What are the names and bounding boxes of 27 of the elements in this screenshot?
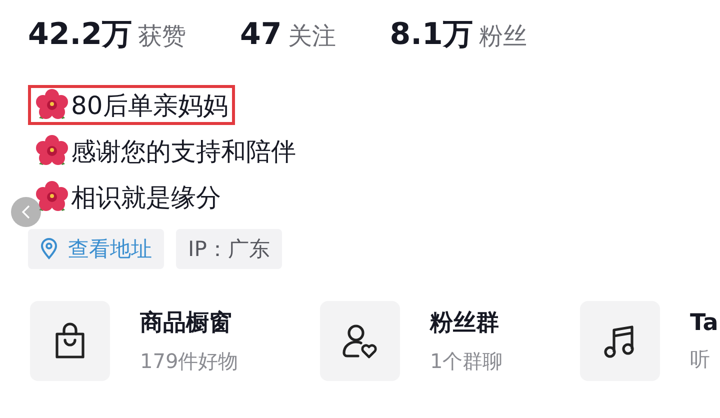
hibiscus-icon (35, 88, 69, 122)
stat-value: 8.1万 (390, 16, 473, 54)
stat-label: 获赞 (138, 21, 186, 52)
shopping-bag-icon (53, 322, 87, 360)
stat-value: 42.2万 (28, 16, 132, 54)
card-title[interactable]: 粉丝群 (430, 307, 503, 338)
card-title[interactable]: Ta (690, 310, 718, 336)
bio-text: 相识就是缘分 (71, 182, 221, 214)
icon-tile[interactable] (580, 301, 660, 381)
hibiscus-icon (35, 180, 69, 214)
stat-label: 关注 (288, 21, 336, 52)
ip-location-chip[interactable]: IP：广东 (176, 229, 282, 269)
stat-value: 47 (240, 17, 282, 52)
stat-label: 粉丝 (478, 21, 527, 52)
card-subtitle: 179件好物 (140, 348, 238, 375)
card-title[interactable]: 商品橱窗 (140, 307, 238, 338)
hibiscus-icon (35, 134, 69, 168)
chevron-left-icon (21, 205, 31, 219)
card-subtitle: 听 (690, 346, 711, 372)
person-heart-icon (341, 322, 379, 360)
previous-button[interactable] (11, 197, 41, 227)
bio-text: 感谢您的支持和陪伴 (71, 136, 296, 168)
location-pin-icon (40, 238, 58, 260)
bio-text: 80后单亲妈妈 (71, 90, 228, 122)
card-subtitle: 1个群聊 (430, 348, 503, 375)
icon-tile[interactable] (320, 301, 400, 381)
icon-tile[interactable] (30, 301, 110, 381)
